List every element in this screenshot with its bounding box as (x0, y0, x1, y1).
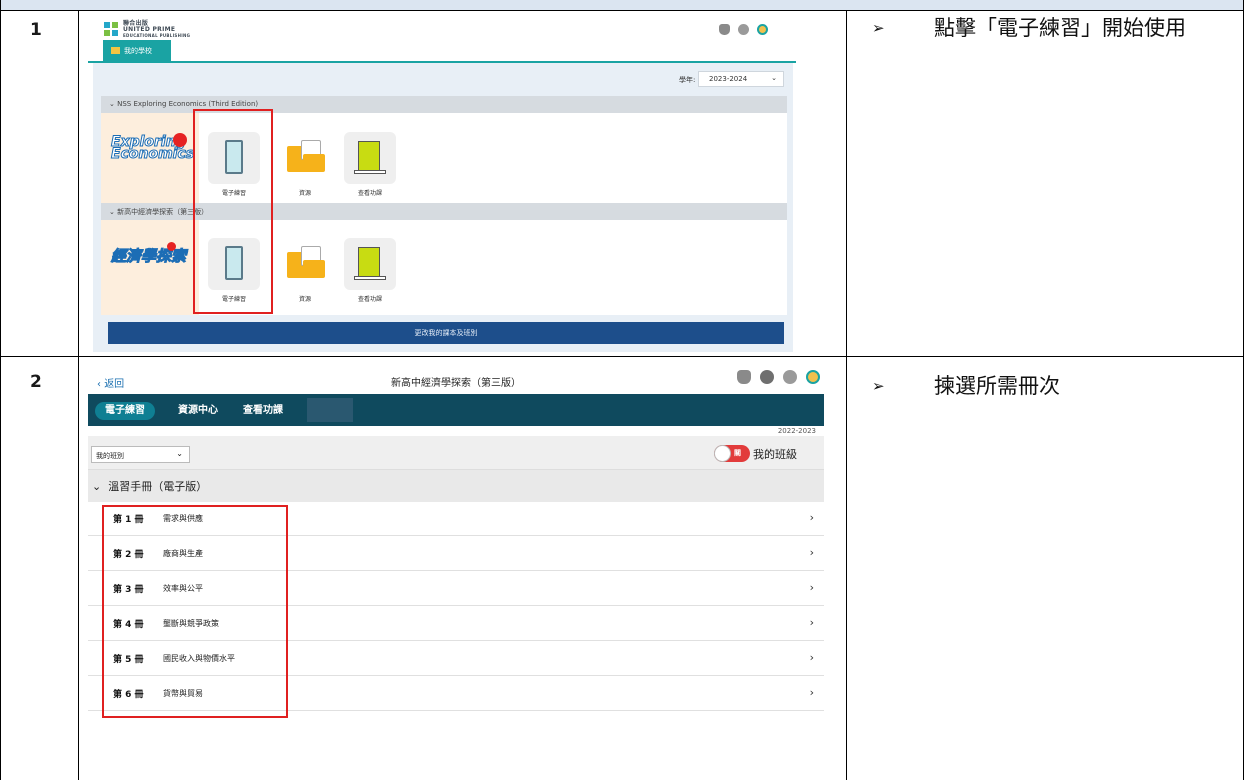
chevron-right-icon: › (809, 651, 814, 664)
avatar-icon[interactable] (806, 370, 820, 384)
book-cover[interactable]: Exploring Economics (101, 113, 199, 210)
cover-badge-icon (167, 242, 176, 251)
chevron-down-icon: ⌄ (771, 74, 777, 82)
bell-icon[interactable] (719, 24, 730, 35)
publisher-logo-text: 聯合出版 UNITED PRIME EDUCATIONAL PUBLISHING (123, 20, 191, 39)
tile-label: 資源 (298, 296, 311, 303)
resources-icon (303, 154, 325, 172)
column-divider-1 (78, 11, 79, 780)
chevron-right-icon: › (809, 686, 814, 699)
highlight-box (193, 109, 273, 314)
tab-e-exercise[interactable]: 電子練習 (95, 402, 155, 420)
screenshot-my-school: 聯合出版 UNITED PRIME EDUCATIONAL PUBLISHING… (88, 12, 796, 352)
title-bar: ‹ 返回 新高中經濟學探索（第三版） (88, 366, 824, 394)
table-header-strip (0, 0, 1244, 11)
change-books-button[interactable]: 更改我的課本及班別 (108, 322, 784, 344)
gear-icon[interactable] (738, 24, 749, 35)
year-select[interactable]: 2023-2024 ⌄ (698, 71, 784, 87)
chevron-right-icon: › (809, 511, 814, 524)
column-divider-2 (846, 11, 847, 780)
section-header[interactable]: ⌄ 溫習手冊（電子版） (88, 470, 824, 502)
tab-homework[interactable]: 查看功課 (233, 402, 293, 420)
highlight-box (102, 505, 288, 718)
tile-label: 查看功課 (357, 296, 382, 303)
row-number: 2 (30, 372, 42, 392)
filter-bar: 我的班別 ⌄ 關 我的班級 (88, 436, 824, 470)
my-class-toggle[interactable]: 關 (714, 445, 750, 462)
help-icon[interactable] (760, 370, 774, 384)
chevron-right-icon: › (809, 546, 814, 559)
chevron-right-icon: › (809, 581, 814, 594)
page-title: 新高中經濟學探索（第三版） (391, 378, 521, 389)
cover-title: 經濟學探索 (110, 247, 187, 265)
tab-resources[interactable]: 資源中心 (168, 402, 228, 420)
homework-tile[interactable] (344, 238, 396, 290)
row-number: 1 (30, 20, 42, 40)
resources-tile[interactable] (279, 238, 331, 290)
avatar-icon[interactable] (757, 24, 768, 35)
bullet-icon: ➢ (872, 377, 885, 395)
my-class-label: 我的班級 (753, 448, 797, 461)
class-select[interactable]: 我的班別 ⌄ (91, 446, 190, 463)
bell-icon[interactable] (737, 370, 751, 384)
row-divider (0, 356, 1244, 357)
tile-label: 查看功課 (357, 190, 382, 197)
tile-label: 資源 (298, 190, 311, 197)
table-border-left (0, 11, 1, 780)
chevron-down-icon: ⌄ (176, 449, 183, 458)
resources-tile[interactable] (279, 132, 331, 184)
screenshot-volume-list: ‹ 返回 新高中經濟學探索（第三版） 電子練習 資源中心 查看功課 2022-2… (88, 366, 824, 726)
homework-icon (358, 247, 380, 277)
nav-placeholder (307, 398, 353, 422)
year-label: 學年: (679, 76, 696, 84)
homework-tile[interactable] (344, 132, 396, 184)
nav-bar: 電子練習 資源中心 查看功課 (88, 394, 824, 426)
resources-icon (303, 260, 325, 278)
gear-icon[interactable] (783, 370, 797, 384)
publisher-logo-icon (104, 22, 119, 37)
homework-icon (358, 141, 380, 171)
book-cover[interactable]: 經濟學探索 (101, 220, 199, 315)
top-icons (719, 24, 768, 35)
bullet-icon: ➢ (872, 19, 885, 37)
chevron-right-icon: › (809, 616, 814, 629)
school-icon (111, 47, 120, 54)
year-label: 2022-2023 (777, 427, 816, 435)
cover-badge-icon (173, 133, 187, 147)
tab-my-school[interactable]: 我的學校 (103, 40, 171, 61)
